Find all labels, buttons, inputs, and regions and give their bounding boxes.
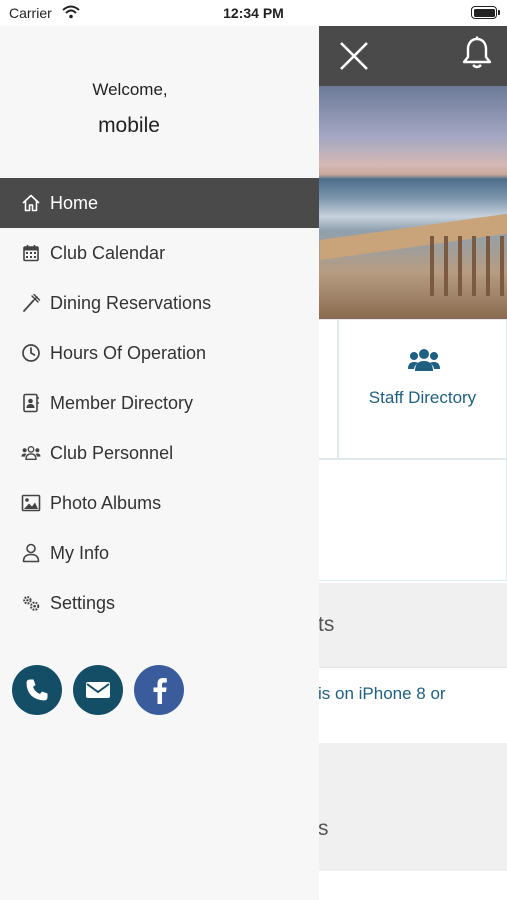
menu-item-club-calendar[interactable]: Club Calendar bbox=[0, 228, 319, 278]
section-title: s bbox=[318, 817, 329, 840]
menu-label: Home bbox=[50, 192, 99, 213]
drawer-menu: Home Club Calendar Dining Reservations H… bbox=[0, 178, 319, 628]
menu-label: My Info bbox=[50, 542, 110, 563]
mail-icon bbox=[86, 682, 110, 698]
battery-icon bbox=[471, 6, 500, 19]
section-header: ts bbox=[318, 583, 507, 667]
calendar-icon bbox=[21, 243, 41, 263]
close-icon[interactable] bbox=[336, 38, 372, 74]
status-time: 12:34 PM bbox=[223, 5, 284, 21]
section-title: ts bbox=[318, 613, 335, 636]
image-icon bbox=[21, 493, 41, 513]
home-icon bbox=[21, 193, 41, 213]
menu-label: Club Calendar bbox=[50, 242, 166, 263]
menu-item-hours-of-operation[interactable]: Hours Of Operation bbox=[0, 328, 319, 378]
email-button[interactable] bbox=[73, 665, 123, 715]
people-icon bbox=[21, 443, 41, 463]
menu-item-member-directory[interactable]: Member Directory bbox=[0, 378, 319, 428]
facebook-icon bbox=[153, 678, 167, 704]
phone-button[interactable] bbox=[12, 665, 62, 715]
tile-wide[interactable] bbox=[318, 459, 507, 581]
contact-book-icon bbox=[21, 393, 41, 413]
bell-icon[interactable] bbox=[461, 36, 493, 70]
side-drawer: Welcome, mobile Home Club Calendar Dinin… bbox=[0, 26, 319, 900]
clock-icon bbox=[21, 343, 41, 363]
menu-label: Club Personnel bbox=[50, 442, 174, 463]
menu-label: Hours Of Operation bbox=[50, 342, 207, 363]
menu-item-home[interactable]: Home bbox=[0, 178, 319, 228]
list-area bbox=[318, 871, 507, 900]
menu-label: Photo Albums bbox=[50, 492, 162, 513]
status-bar: Carrier 12:34 PM bbox=[0, 0, 507, 26]
menu-item-dining-reservations[interactable]: Dining Reservations bbox=[0, 278, 319, 328]
menu-label: Settings bbox=[50, 592, 116, 613]
news-link-text[interactable]: is on iPhone 8 or bbox=[318, 684, 446, 704]
social-links bbox=[0, 665, 319, 715]
menu-item-photo-albums[interactable]: Photo Albums bbox=[0, 478, 319, 528]
section-header: s bbox=[318, 743, 507, 871]
username: mobile bbox=[98, 114, 160, 137]
gears-icon bbox=[21, 593, 41, 613]
facebook-button[interactable] bbox=[134, 665, 184, 715]
news-item[interactable]: is on iPhone 8 or bbox=[318, 667, 507, 743]
menu-item-settings[interactable]: Settings bbox=[0, 578, 319, 628]
staff-directory-label[interactable]: Staff Directory bbox=[338, 388, 507, 408]
phone-icon bbox=[26, 679, 48, 701]
dining-icon bbox=[21, 293, 41, 313]
staff-group-icon bbox=[408, 349, 440, 371]
menu-label: Dining Reservations bbox=[50, 292, 212, 313]
user-icon bbox=[21, 543, 41, 563]
welcome-text: Welcome, bbox=[92, 80, 168, 99]
tile[interactable] bbox=[318, 319, 338, 459]
menu-item-club-personnel[interactable]: Club Personnel bbox=[0, 428, 319, 478]
menu-label: Member Directory bbox=[50, 392, 194, 413]
menu-item-my-info[interactable]: My Info bbox=[0, 528, 319, 578]
